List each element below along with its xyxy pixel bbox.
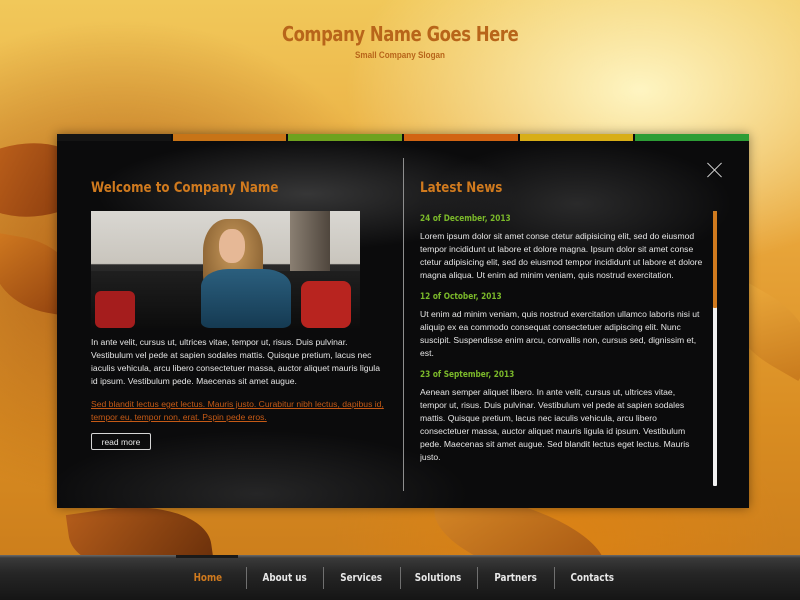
nav-item-label: Home bbox=[193, 571, 222, 584]
column-divider bbox=[403, 158, 404, 491]
color-bar-segment bbox=[288, 134, 403, 141]
news-text: Ut enim ad minim veniam, quis nostrud ex… bbox=[420, 309, 700, 358]
footer: Home About us Services Solutions Partner… bbox=[0, 555, 800, 600]
company-name[interactable]: Company Name Goes Here bbox=[282, 22, 519, 46]
welcome-text: In ante velit, cursus ut, ultrices vitae… bbox=[91, 337, 380, 386]
active-nav-indicator bbox=[176, 555, 238, 558]
news-scrollbar-thumb[interactable] bbox=[713, 211, 717, 308]
nav-item-label: Contacts bbox=[570, 571, 615, 584]
news-text: Lorem ipsum dolor sit amet conse ctetur … bbox=[420, 231, 703, 280]
nav-item-contacts[interactable]: Contacts bbox=[555, 565, 631, 590]
news-date[interactable]: 23 of September, 2013 bbox=[420, 370, 652, 382]
nav-item-partners[interactable]: Partners bbox=[478, 565, 554, 590]
color-bar-segment bbox=[172, 134, 287, 141]
main-nav: Home About us Services Solutions Partner… bbox=[0, 565, 800, 590]
content-panel: Welcome to Company Name In ante velit, c… bbox=[57, 134, 750, 508]
site-header: Company Name Goes Here Small Company Slo… bbox=[0, 22, 800, 60]
news-text: Aenean semper aliquet libero. In ante ve… bbox=[420, 387, 690, 462]
nav-item-label: Partners bbox=[494, 571, 537, 584]
welcome-photo bbox=[91, 211, 360, 328]
welcome-link[interactable]: Sed blandit lectus eget lectus. Mauris j… bbox=[91, 398, 388, 424]
nav-item-label: Services bbox=[340, 571, 383, 584]
close-icon[interactable] bbox=[707, 162, 723, 178]
news-title: Latest News bbox=[420, 180, 503, 196]
nav-item-about-us[interactable]: About us bbox=[247, 565, 323, 590]
news-item: 24 of December, 2013 Lorem ipsum dolor s… bbox=[420, 214, 703, 282]
welcome-title: Welcome to Company Name bbox=[91, 180, 279, 196]
news-list[interactable]: 24 of December, 2013 Lorem ipsum dolor s… bbox=[420, 214, 703, 484]
nav-item-solutions[interactable]: Solutions bbox=[401, 565, 477, 590]
company-slogan: Small Company Slogan bbox=[354, 50, 446, 60]
nav-item-label: About us bbox=[262, 571, 307, 584]
news-item: 12 of October, 2013 Ut enim ad minim ven… bbox=[420, 292, 703, 360]
news-date[interactable]: 12 of October, 2013 bbox=[420, 292, 652, 304]
read-more-button[interactable]: read more bbox=[91, 433, 151, 450]
nav-item-label: Solutions bbox=[415, 571, 462, 584]
color-bar bbox=[57, 134, 750, 141]
color-bar-segment bbox=[57, 134, 171, 141]
color-bar-segment bbox=[635, 134, 750, 141]
nav-item-services[interactable]: Services bbox=[324, 565, 400, 590]
nav-item-home[interactable]: Home bbox=[170, 565, 246, 590]
color-bar-segment bbox=[404, 134, 518, 141]
news-date[interactable]: 24 of December, 2013 bbox=[420, 214, 652, 226]
news-item: 23 of September, 2013 Aenean semper aliq… bbox=[420, 370, 703, 464]
news-scrollbar[interactable] bbox=[713, 211, 717, 486]
color-bar-segment bbox=[519, 134, 634, 141]
